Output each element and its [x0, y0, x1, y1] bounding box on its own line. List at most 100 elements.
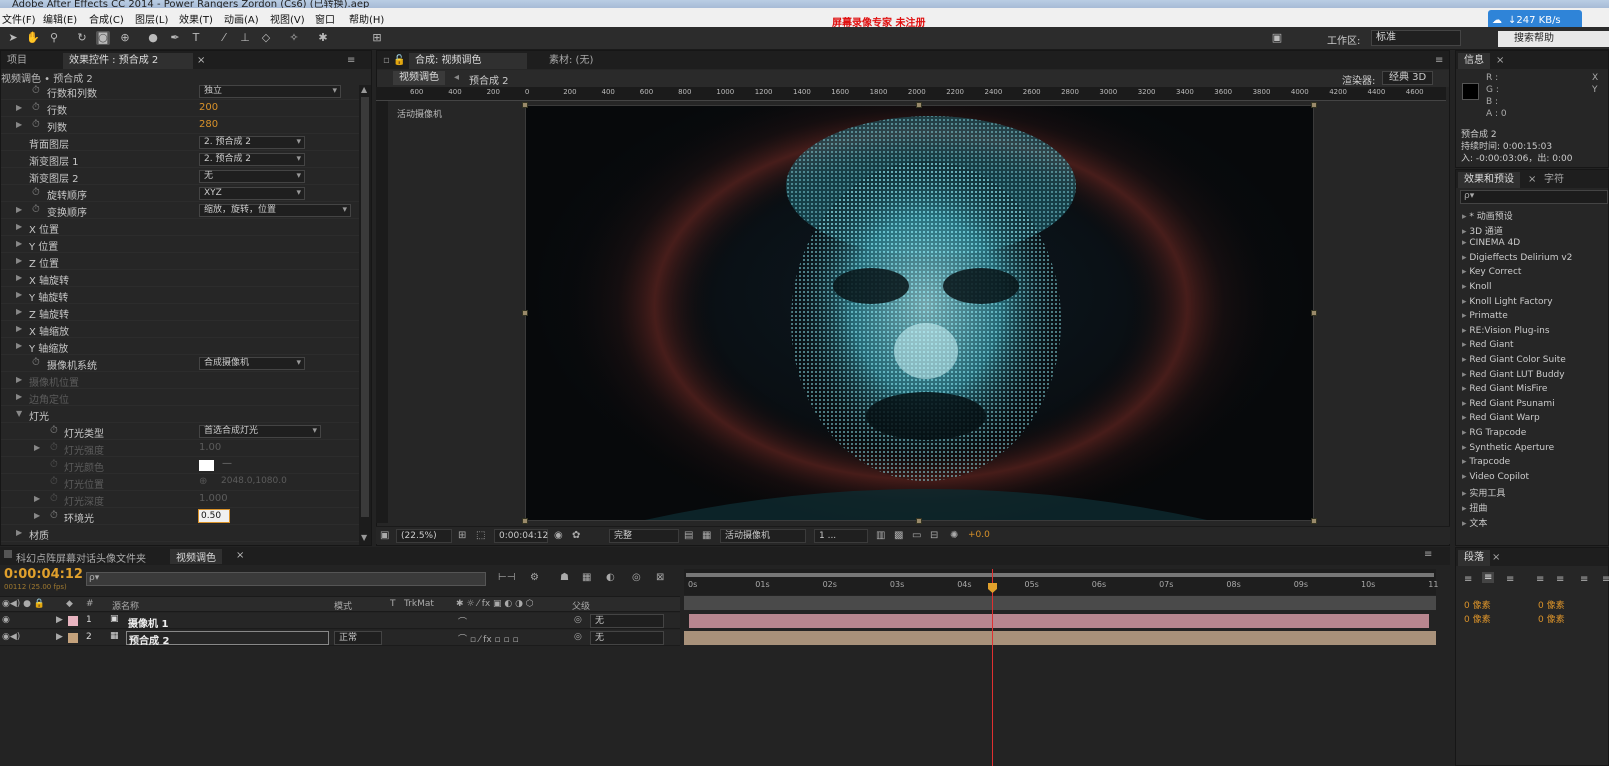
expand-icon[interactable]: ▶ — [16, 307, 22, 316]
effect-category-item[interactable]: Knoll Light Factory — [1462, 297, 1552, 307]
camera-view-select[interactable]: 活动摄像机 — [720, 529, 806, 543]
prop-row-light-type[interactable]: ⏱ 灯光类型 首选合成灯光 — [1, 423, 359, 440]
viewer-menu-icon[interactable]: ≡ — [1429, 53, 1449, 69]
axis-mode-icon[interactable]: ⊞ — [370, 31, 384, 45]
layer-duration-bar[interactable] — [689, 614, 1429, 628]
tab-project[interactable]: 项目 — [1, 53, 33, 69]
prop-row-z-rot[interactable]: ▶ Z 轴旋转 — [1, 304, 359, 321]
justify-left-icon[interactable]: ≡ — [1536, 574, 1544, 585]
effect-category-item[interactable]: 扭曲 — [1462, 501, 1487, 514]
stopwatch-icon[interactable]: ⏱ — [50, 425, 58, 436]
ambient-light-input[interactable]: 0.50 — [198, 509, 230, 523]
view-layout-select[interactable]: 1 ... — [814, 529, 868, 543]
close-icon[interactable]: × — [1486, 550, 1506, 566]
prop-row-light-color[interactable]: ⏱ 灯光颜色 — — [1, 457, 359, 474]
timeline-menu-icon[interactable]: ≡ — [1424, 549, 1432, 560]
time-ruler[interactable]: 0s 01s 02s 03s 04s 05s 06s 07s 08s 09s 10s 11 — [684, 569, 1438, 595]
menu-layer[interactable]: 图层(L) — [135, 11, 168, 26]
stopwatch-icon[interactable]: ⏱ — [32, 102, 40, 113]
effect-category-item[interactable]: RG Trapcode — [1462, 428, 1526, 438]
type-tool-icon[interactable]: T — [189, 31, 203, 45]
work-area-bar[interactable] — [686, 573, 1434, 577]
source-name-header[interactable]: 源名称 — [112, 599, 139, 612]
exposure-value[interactable]: +0.0 — [968, 530, 990, 540]
layer-row[interactable]: ◉◀) ▶ 2 ▦ 预合成 2 正常 ⌒ ▫ ⁄ fx ▫ ▫ ▫ ◎ 无 — [0, 630, 680, 647]
prop-row-ambient-light[interactable]: ▶ ⏱ 环境光 0.50 — [1, 508, 359, 525]
rotate-tool-icon[interactable]: ↻ — [75, 31, 89, 45]
prop-row-gradient-2[interactable]: 渐变图层 2 无 — [1, 168, 359, 185]
zoom-select[interactable]: (22.5%) — [396, 529, 452, 543]
transform-order-select[interactable]: 缩放，旋转，位置 — [199, 204, 351, 217]
flow-current-comp[interactable]: 视频调色 — [393, 71, 445, 85]
stopwatch-icon[interactable]: ⏱ — [32, 85, 40, 96]
timeline-search-input[interactable]: ρ▾ — [86, 572, 486, 586]
current-time-display[interactable]: 0:00:04:12 — [494, 529, 548, 543]
snapshot-icon[interactable]: ◉ — [554, 530, 563, 541]
prop-row-rotation-order[interactable]: ⏱ 旋转顺序 XYZ — [1, 185, 359, 202]
layer-name[interactable]: 预合成 2 — [126, 631, 329, 647]
stopwatch-icon[interactable]: ⏱ — [32, 187, 40, 198]
pen-tool-icon[interactable]: ✒ — [168, 31, 182, 45]
safe-margins-icon[interactable]: ⊞ — [458, 530, 466, 541]
shape-tool-icon[interactable]: ● — [146, 31, 160, 45]
close-icon[interactable]: × — [1490, 53, 1510, 69]
expand-icon[interactable]: ▶ — [16, 256, 22, 265]
effects-search-input[interactable]: ρ▾ — [1460, 190, 1608, 204]
chart-icon[interactable]: ⊠ — [656, 572, 664, 583]
effect-category-item[interactable]: CINEMA 4D — [1462, 238, 1520, 248]
expand-icon[interactable]: ▶ — [34, 443, 40, 452]
parent-select[interactable]: 无 — [590, 614, 664, 628]
transform-handle[interactable] — [522, 102, 528, 108]
graph-editor-icon[interactable]: ◎ — [632, 572, 641, 583]
toggle-pixel-aspect-icon[interactable]: ▥ — [876, 530, 885, 541]
expand-icon[interactable]: ▶ — [16, 205, 22, 214]
timeline-icon[interactable]: ▭ — [912, 530, 921, 541]
hide-shy-icon[interactable]: ☗ — [560, 572, 569, 583]
expand-icon[interactable]: ▶ — [16, 120, 22, 129]
transform-handle[interactable] — [916, 102, 922, 108]
expand-icon[interactable]: ▶ — [16, 273, 22, 282]
renderer-select[interactable]: 经典 3D — [1382, 71, 1434, 85]
stopwatch-icon[interactable]: ⏱ — [50, 442, 58, 453]
transform-handle[interactable] — [1311, 518, 1317, 524]
stopwatch-icon[interactable]: ⏱ — [50, 510, 58, 521]
camera-tool-icon[interactable]: ◙ — [96, 31, 110, 45]
align-center-icon[interactable]: ≡ — [1482, 572, 1495, 583]
prop-row-light-intensity[interactable]: ▶ ⏱ 灯光强度 1.00 — [1, 440, 359, 457]
effect-category-item[interactable]: Red Giant LUT Buddy — [1462, 370, 1564, 380]
expand-icon[interactable]: ▶ — [34, 511, 40, 520]
expand-icon[interactable]: ▶ — [56, 632, 63, 642]
roto-brush-tool-icon[interactable]: ✧ — [287, 31, 301, 45]
comp-mini-flowchart-icon[interactable]: ⚙ — [530, 572, 539, 583]
cols-value[interactable]: 280 — [199, 119, 218, 130]
effect-category-item[interactable]: Red Giant — [1462, 340, 1513, 350]
flowchart-icon[interactable]: ⊟ — [930, 530, 938, 541]
expand-icon[interactable]: ▶ — [16, 392, 22, 401]
menu-file[interactable]: 文件(F) — [2, 11, 36, 26]
expand-icon[interactable]: ▶ — [56, 615, 63, 625]
collapse-icon[interactable]: ▼ — [16, 409, 22, 418]
prop-row-x-scale[interactable]: ▶ X 轴缩放 — [1, 321, 359, 338]
exposure-reset-icon[interactable]: ✺ — [950, 530, 958, 541]
expand-icon[interactable]: ▶ — [16, 341, 22, 350]
tab-character[interactable]: 字符 — [1538, 172, 1570, 188]
prop-row-camera-system[interactable]: ⏱ 摄像机系统 合成摄像机 — [1, 355, 359, 372]
fast-draft-icon[interactable]: ▩ — [894, 530, 903, 541]
rows-value[interactable]: 200 — [199, 102, 218, 113]
parent-select[interactable]: 无 — [590, 631, 664, 645]
tab-effects-presets[interactable]: 效果和预设 — [1458, 172, 1520, 188]
prop-row-transform-order[interactable]: ▶ ⏱ 变换顺序 缩放，旋转，位置 — [1, 202, 359, 219]
prop-row-gradient-1[interactable]: 渐变图层 1 2. 预合成 2 — [1, 151, 359, 168]
prop-row-rows-cols[interactable]: ⏱ 行数和列数 独立 — [1, 83, 359, 100]
tab-video-grading[interactable]: 视频调色 — [170, 549, 222, 564]
tab-scifi-folder[interactable]: 科幻点阵屏幕对话头像文件夹 — [16, 550, 146, 565]
menu-edit[interactable]: 编辑(E) — [43, 11, 77, 26]
space-before-value[interactable]: 0 像素 — [1464, 612, 1491, 625]
visibility-eye-icon[interactable]: ◉◀) — [2, 632, 20, 642]
prop-row-x-pos[interactable]: ▶ X 位置 — [1, 219, 359, 236]
prop-row-y-scale[interactable]: ▶ Y 轴缩放 — [1, 338, 359, 355]
expand-icon[interactable]: ▶ — [16, 239, 22, 248]
resolution-select[interactable]: 完整 — [609, 529, 679, 543]
effect-category-item[interactable]: 3D 通道 — [1462, 224, 1503, 237]
clone-stamp-tool-icon[interactable]: ⊥ — [238, 31, 252, 45]
